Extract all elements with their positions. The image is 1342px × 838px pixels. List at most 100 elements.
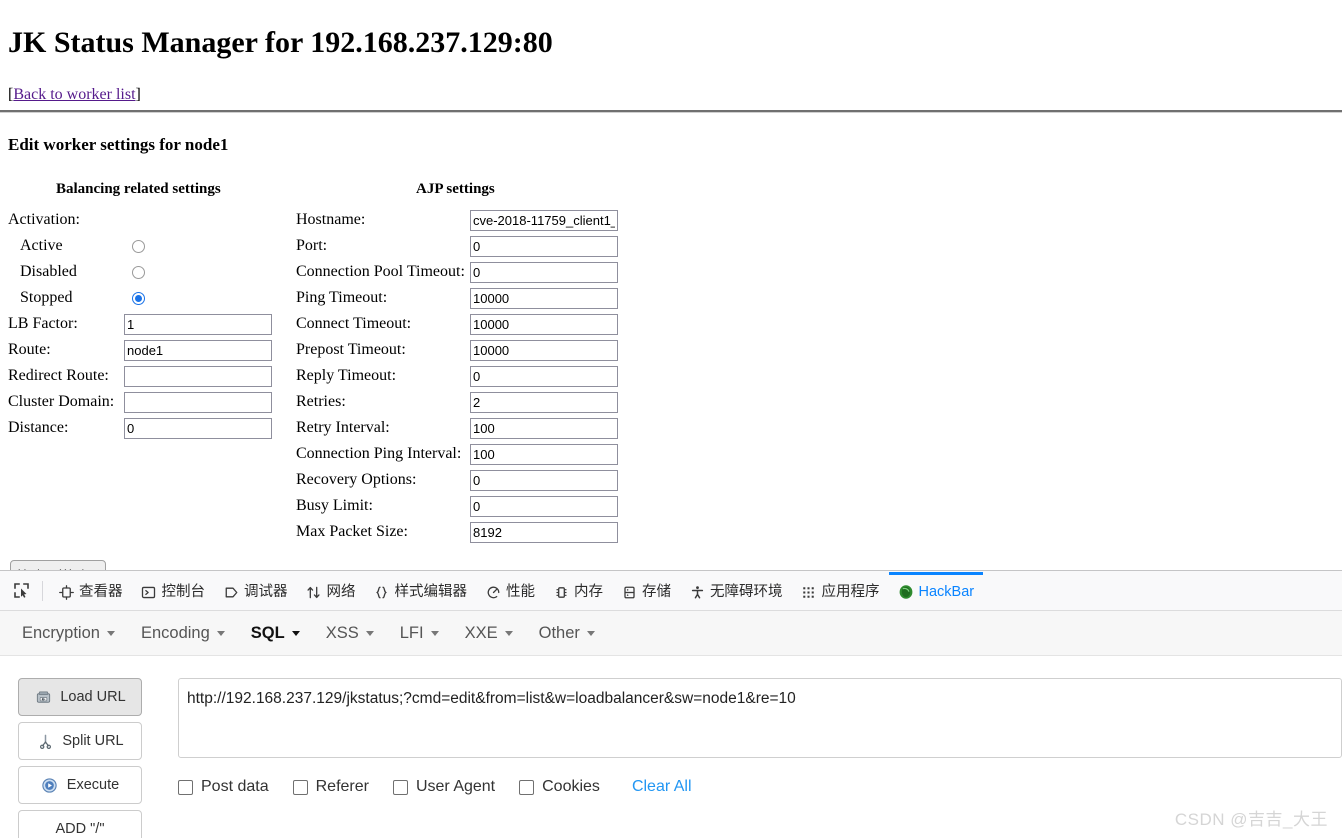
radio-stopped[interactable] (132, 291, 145, 305)
load-url-button[interactable]: Load URL (18, 678, 142, 716)
connect-timeout-input[interactable] (470, 313, 618, 335)
execute-button[interactable]: Execute (18, 766, 142, 804)
tab-console[interactable]: 控制台 (132, 572, 215, 610)
activation-option-label: Disabled (20, 263, 77, 280)
network-icon (306, 584, 322, 600)
menu-encryption[interactable]: Encryption (22, 624, 115, 643)
chevron-down-icon (504, 630, 513, 636)
tab-label: 查看器 (79, 583, 123, 600)
menu-xxe[interactable]: XXE (465, 624, 513, 643)
lb-factor-row: LB Factor: (8, 311, 278, 337)
referer-checkbox[interactable]: Referer (292, 778, 369, 796)
tab-memory[interactable]: 内存 (544, 572, 612, 610)
element-picker-icon[interactable] (6, 577, 36, 605)
hostname-input[interactable] (470, 209, 618, 231)
tab-label: 应用程序 (821, 583, 880, 600)
devtools-panel: 查看器 控制台 调试器 网络 样式编辑器 性能 内存 存储 无障碍环境 应用程序… (0, 570, 1342, 838)
checkbox-box (292, 779, 308, 795)
activation-option-label: Stopped (20, 289, 73, 306)
tab-debugger[interactable]: 调试器 (214, 572, 297, 610)
busy-limit-row: Busy Limit: (296, 493, 626, 519)
menu-sql[interactable]: SQL (251, 624, 300, 643)
hackbar-panel: Encryption Encoding SQL XSS LFI XXE Othe… (0, 611, 1342, 838)
user-agent-checkbox[interactable]: User Agent (392, 778, 495, 796)
back-to-worker-list-link[interactable]: Back to worker list (13, 86, 135, 103)
distance-input[interactable] (124, 417, 272, 439)
reply-timeout-input[interactable] (470, 365, 618, 387)
tab-label: 调试器 (244, 583, 288, 600)
redirect-route-input[interactable] (124, 365, 272, 387)
inspector-icon (58, 584, 74, 600)
split-url-icon (36, 732, 54, 750)
activation-option-active[interactable]: Active (8, 233, 278, 259)
connection-pool-timeout-input[interactable] (470, 261, 618, 283)
lb-factor-input[interactable] (124, 313, 272, 335)
max-packet-size-row: Max Packet Size: (296, 519, 626, 545)
activation-option-label: Active (20, 237, 63, 254)
max-packet-size-input[interactable] (470, 521, 618, 543)
port-row: Port: (296, 233, 626, 259)
radio-active[interactable] (132, 239, 145, 253)
tab-inspector[interactable]: 查看器 (49, 572, 132, 610)
retries-input[interactable] (470, 391, 618, 413)
tab-performance[interactable]: 性能 (476, 572, 544, 610)
menu-lfi[interactable]: LFI (400, 624, 439, 643)
button-label: Execute (66, 777, 120, 793)
tab-style-editor[interactable]: 样式编辑器 (365, 572, 477, 610)
tab-accessibility[interactable]: 无障碍环境 (680, 572, 792, 610)
route-label: Route: (8, 341, 51, 358)
recovery-options-label: Recovery Options: (296, 471, 417, 488)
connect-timeout-row: Connect Timeout: (296, 311, 626, 337)
radio-disabled[interactable] (132, 265, 145, 279)
reply-timeout-label: Reply Timeout: (296, 367, 397, 384)
ping-timeout-input[interactable] (470, 287, 618, 309)
retry-interval-input[interactable] (470, 417, 618, 439)
radio-cell (124, 239, 272, 253)
button-label: ADD "/" (55, 821, 105, 837)
port-input[interactable] (470, 235, 618, 257)
tab-label: 控制台 (161, 583, 206, 600)
activation-option-disabled[interactable]: Disabled (8, 259, 278, 285)
radio-cell (124, 291, 272, 305)
menu-other[interactable]: Other (539, 624, 595, 643)
tab-label: 性能 (506, 583, 535, 600)
devtools-toolbar: 查看器 控制台 调试器 网络 样式编辑器 性能 内存 存储 无障碍环境 应用程序… (0, 571, 1342, 611)
url-input[interactable]: http://192.168.237.129/jkstatus;?cmd=edi… (178, 678, 1342, 758)
port-label: Port: (296, 237, 328, 254)
tab-label: 样式编辑器 (394, 583, 468, 600)
retries-label: Retries: (296, 393, 346, 410)
checkbox-box (178, 779, 193, 795)
load-url-icon (34, 688, 52, 706)
split-url-button[interactable]: Split URL (18, 722, 142, 760)
tab-hackbar[interactable]: HackBar (888, 571, 984, 610)
performance-icon (485, 584, 501, 600)
menu-encoding[interactable]: Encoding (141, 624, 225, 643)
redirect-route-label: Redirect Route: (8, 367, 109, 384)
prepost-timeout-input[interactable] (470, 339, 618, 361)
menu-xss[interactable]: XSS (326, 624, 374, 643)
menu-label: Encryption (22, 623, 100, 642)
cluster-domain-input[interactable] (124, 391, 272, 413)
chevron-down-icon (106, 630, 115, 636)
checkbox-label: Cookies (542, 778, 600, 795)
hostname-row: Hostname: (296, 207, 626, 233)
cookies-checkbox[interactable]: Cookies (519, 778, 600, 796)
route-input[interactable] (124, 339, 272, 361)
busy-limit-input[interactable] (470, 495, 618, 517)
menu-label: SQL (250, 623, 285, 642)
back-link-container: [Back to worker list] (8, 86, 141, 104)
tab-application[interactable]: 应用程序 (792, 572, 889, 610)
update-worker-button[interactable]: Update Worker (10, 560, 106, 570)
recovery-options-input[interactable] (470, 469, 618, 491)
connection-ping-interval-input[interactable] (470, 443, 618, 465)
tab-network[interactable]: 网络 (297, 572, 365, 610)
tab-storage[interactable]: 存储 (612, 572, 680, 610)
post-data-checkbox[interactable]: Post data (178, 778, 269, 796)
console-icon (141, 584, 157, 600)
style-editor-icon (374, 584, 390, 600)
activation-option-stopped[interactable]: Stopped (8, 285, 278, 311)
reply-timeout-row: Reply Timeout: (296, 363, 626, 389)
add-slash-button[interactable]: ADD "/" (18, 810, 142, 838)
button-label: Split URL (62, 733, 124, 749)
clear-all-link[interactable]: Clear All (632, 778, 692, 796)
